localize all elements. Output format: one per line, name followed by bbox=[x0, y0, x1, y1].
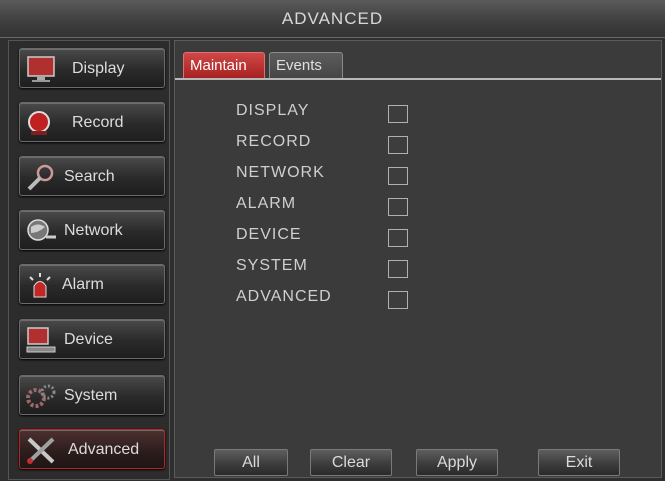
sidebar-item-record[interactable]: Record bbox=[19, 102, 165, 142]
sidebar-item-label: System bbox=[64, 387, 118, 404]
checkbox-network[interactable] bbox=[388, 167, 408, 185]
sidebar-item-label: Advanced bbox=[68, 441, 140, 458]
checkbox-device[interactable] bbox=[388, 229, 408, 247]
tab-events[interactable]: Events bbox=[269, 52, 343, 79]
sidebar-item-label: Network bbox=[64, 222, 123, 239]
exit-button[interactable]: Exit bbox=[538, 449, 620, 476]
sidebar-item-device[interactable]: Device bbox=[19, 319, 165, 359]
dvr-screen: ADVANCED Display Record Search Network A… bbox=[0, 0, 665, 481]
tools-icon bbox=[27, 437, 55, 464]
sidebar-item-label: Display bbox=[72, 60, 125, 77]
all-button[interactable]: All bbox=[214, 449, 288, 476]
clear-button[interactable]: Clear bbox=[310, 449, 392, 476]
tab-divider bbox=[175, 78, 661, 80]
sidebar-item-advanced[interactable]: Advanced bbox=[19, 429, 165, 469]
gears-icon bbox=[26, 384, 56, 408]
apply-button[interactable]: Apply bbox=[416, 449, 498, 476]
network-globe-icon bbox=[27, 219, 56, 241]
record-icon bbox=[28, 111, 50, 135]
sidebar-menu: Display Record Search Network Alarm Devi… bbox=[8, 40, 170, 480]
checkbox-display[interactable] bbox=[388, 105, 408, 123]
sidebar-item-label: Record bbox=[72, 114, 124, 131]
checkbox-advanced[interactable] bbox=[388, 291, 408, 309]
option-label-network: NETWORK bbox=[236, 164, 325, 181]
option-label-display: DISPLAY bbox=[236, 102, 310, 119]
sidebar-item-label: Device bbox=[64, 331, 113, 348]
monitor-icon bbox=[27, 56, 55, 82]
magnifier-icon bbox=[27, 164, 54, 191]
sidebar-item-search[interactable]: Search bbox=[19, 156, 165, 196]
sidebar-item-display[interactable]: Display bbox=[19, 48, 165, 88]
option-label-alarm: ALARM bbox=[236, 195, 297, 212]
device-icon bbox=[26, 327, 56, 353]
sidebar-item-label: Search bbox=[64, 168, 115, 185]
sidebar-item-system[interactable]: System bbox=[19, 375, 165, 415]
sidebar-item-network[interactable]: Network bbox=[19, 210, 165, 250]
checkbox-system[interactable] bbox=[388, 260, 408, 278]
option-label-record: RECORD bbox=[236, 133, 312, 150]
checkbox-alarm[interactable] bbox=[388, 198, 408, 216]
sidebar-item-label: Alarm bbox=[62, 276, 104, 293]
option-label-system: SYSTEM bbox=[236, 257, 308, 274]
option-label-device: DEVICE bbox=[236, 226, 302, 243]
option-label-advanced: ADVANCED bbox=[236, 288, 332, 305]
tab-maintain[interactable]: Maintain bbox=[183, 52, 265, 79]
window-title: ADVANCED bbox=[0, 0, 665, 38]
alarm-siren-icon bbox=[29, 273, 51, 298]
checkbox-record[interactable] bbox=[388, 136, 408, 154]
advanced-panel: Maintain Events DISPLAY RECORD NETWORK A… bbox=[174, 40, 662, 478]
sidebar-item-alarm[interactable]: Alarm bbox=[19, 264, 165, 304]
